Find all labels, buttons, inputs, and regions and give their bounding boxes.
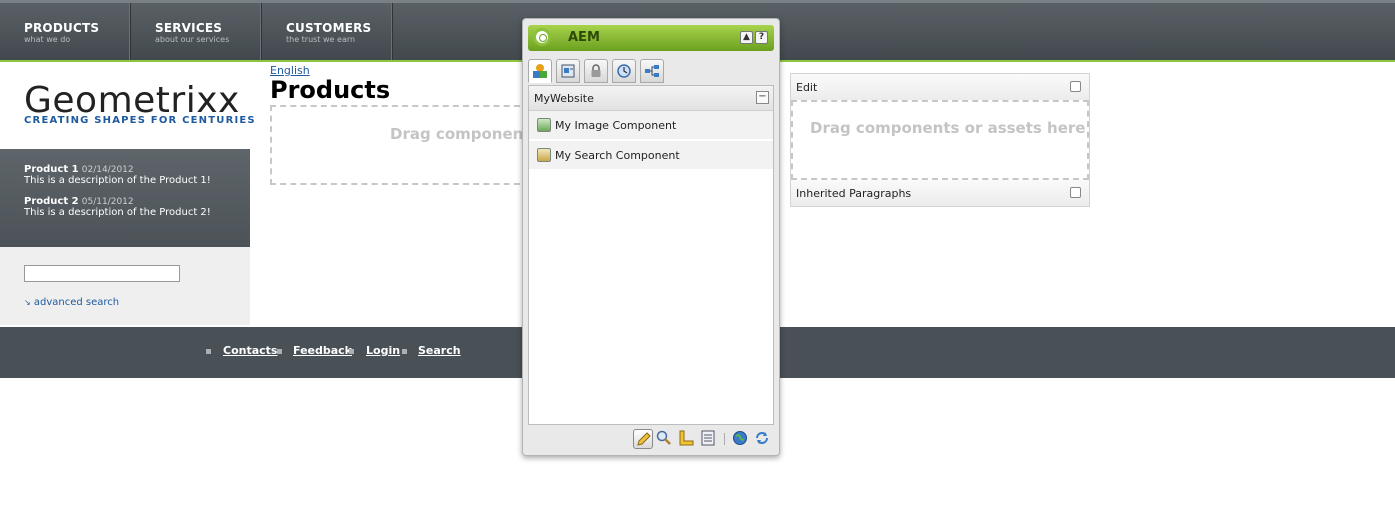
sidekick-panel[interactable]: AEM ▲ ? MyWebsite − My Image Component M… [522,18,780,456]
footer-link-search[interactable]: Search [418,344,461,357]
edit-label: Edit [796,81,818,94]
component-item-image[interactable]: My Image Component [529,111,773,140]
tab-versioning[interactable] [612,59,636,83]
publish-button[interactable] [731,429,751,449]
clock-icon [617,64,631,78]
aem-logo-icon [533,28,551,46]
edit-mode-button[interactable] [633,429,653,449]
collapse-up-icon[interactable]: ▲ [740,31,753,44]
help-icon[interactable]: ? [755,31,768,44]
product-name[interactable]: Product 1 [24,164,79,175]
nav-item-subtitle: about our services [155,35,230,44]
collapse-minus-icon[interactable]: − [756,91,769,104]
advanced-search-label: advanced search [33,297,120,308]
inherited-checkbox[interactable] [1070,187,1081,198]
workflow-icon [645,65,659,77]
edit-bar[interactable]: Edit [791,74,1089,100]
components-icon [533,64,547,78]
product-date: 02/14/2012 [81,165,134,175]
refresh-icon [756,432,768,444]
preview-magnifier-icon [656,430,671,445]
footer-link-feedback[interactable]: Feedback [293,344,352,357]
page-title: Products [270,76,391,104]
toolbar-separator [724,433,725,445]
publish-globe-icon [733,431,747,445]
arrow-icon: ↘ [24,298,31,307]
site-tagline: CREATING SHAPES FOR CENTURIES [24,115,256,126]
design-mode-button[interactable] [677,429,697,449]
nav-item-title: PRODUCTS [24,21,100,35]
tab-components[interactable] [528,59,552,83]
edit-checkbox[interactable] [1070,81,1081,92]
component-label: My Image Component [555,119,677,132]
component-dropzone[interactable]: Drag components or assets here [270,105,665,185]
footer-link-login[interactable]: Login [366,344,400,357]
scaffolding-icon [701,430,715,446]
page-icon [561,64,575,78]
component-group-header[interactable]: MyWebsite − [529,86,773,111]
tab-workflow[interactable] [640,59,664,83]
advanced-search-link[interactable]: ↘ advanced search [24,297,119,308]
tab-permissions[interactable] [584,59,608,83]
product-item: Product 1 02/14/2012 This is a descripti… [24,164,211,186]
search-component-icon [537,148,551,162]
component-label: My Search Component [555,149,680,162]
preview-mode-button[interactable] [655,429,675,449]
nav-item-products[interactable]: PRODUCTS what we do [0,3,131,60]
inherited-paragraphs-label: Inherited Paragraphs [796,187,912,200]
search-box: ↘ advanced search [0,247,250,325]
inherited-paragraphs-bar[interactable]: Inherited Paragraphs [791,180,1089,206]
component-dropzone[interactable]: Drag components or assets here [791,100,1089,180]
nav-item-subtitle: what we do [24,35,71,44]
footer-link-contacts[interactable]: Contacts [223,344,277,357]
design-ruler-icon [679,430,694,446]
paragraph-system: Edit Drag components or assets here Inhe… [790,73,1090,207]
product-name[interactable]: Product 2 [24,196,79,207]
bullet-icon [402,349,407,354]
bullet-icon [349,349,354,354]
bullet-icon [206,349,211,354]
nav-item-title: SERVICES [155,21,223,35]
product-item: Product 2 05/11/2012 This is a descripti… [24,196,211,218]
sidekick-footer [528,427,774,451]
tab-page[interactable] [556,59,580,83]
edit-pencil-icon [637,432,651,446]
dropzone-text: Drag components or assets here [810,119,1086,137]
nav-item-customers[interactable]: CUSTOMERS the trust we earn [262,3,393,60]
sidekick-tabs [528,57,774,85]
sidekick-title: AEM [568,30,600,45]
product-description: This is a description of the Product 2! [24,207,211,218]
sidekick-content: MyWebsite − My Image Component My Search… [528,85,774,425]
image-component-icon [537,118,551,132]
component-item-search[interactable]: My Search Component [529,141,773,170]
component-group-label: MyWebsite [534,92,594,105]
product-description: This is a description of the Product 1! [24,175,211,186]
nav-item-title: CUSTOMERS [286,21,372,35]
search-input[interactable] [24,265,180,282]
product-list: Product 1 02/14/2012 This is a descripti… [0,149,250,247]
bullet-icon [277,349,282,354]
nav-item-subtitle: the trust we earn [286,35,356,44]
nav-item-services[interactable]: SERVICES about our services [131,3,262,60]
product-date: 05/11/2012 [81,197,134,207]
refresh-button[interactable] [753,429,773,449]
lock-icon [591,64,601,77]
sidekick-header[interactable]: AEM ▲ ? [528,25,774,51]
scaffolding-button[interactable] [699,429,719,449]
